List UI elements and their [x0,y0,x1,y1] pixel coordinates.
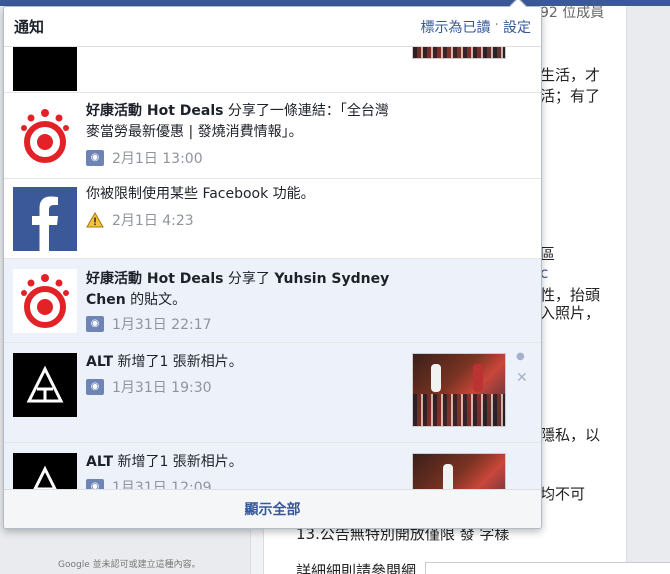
thumbnail-crowd [413,393,505,426]
notification-text: ALT 新增了1 張新相片。 [86,352,402,373]
post-text-fragment-2: 活；有了 [540,87,601,105]
actor-name[interactable]: ALT [86,454,113,470]
notification-text: 好康活動 Hot Deals 分享了 Yuhsin Sydney Chen 的貼… [86,269,402,311]
notifications-list: 好康活動 Hot Deals 分享了一條連結：「全台灣麥當勞最新優惠 | 發燒消… [4,47,541,489]
facebook-logo-icon [13,187,77,251]
notification-text: ALT 新增了1 張新相片。 [86,452,402,473]
notification-meta: ◉ 1月31日 22:17 [86,314,212,334]
list-item[interactable]: 好康活動 Hot Deals 分享了 Yuhsin Sydney Chen 的貼… [4,259,541,343]
list-item[interactable]: 你被限制使用某些 Facebook 功能。 2月1日 4:23 [4,179,541,259]
list-item[interactable]: 好康活動 Hot Deals 分享了一條連結：「全台灣麥當勞最新優惠 | 發燒消… [4,94,541,179]
thumbnail-player [431,364,441,392]
photo-thumbnail[interactable] [412,47,506,59]
avatar [13,104,77,168]
header-separator: · [494,16,499,33]
list-item[interactable]: ALT 新增了1 張新相片。 ◉ 1月31日 12:09 [4,443,541,489]
post-text-fragment-8: 均不可 [540,485,586,503]
alt-logo-icon [13,353,77,417]
notification-message-end: 的貼文。 [125,292,187,308]
rss-icon: ◉ [86,150,104,166]
warning-icon [86,212,104,228]
photo-thumbnail[interactable] [412,353,506,427]
list-item[interactable] [4,47,541,93]
notification-time[interactable]: 2月1日 4:23 [112,210,194,230]
post-text-fragment-1: 生活，才 [540,66,601,84]
chat-bar[interactable] [425,562,670,574]
notification-text: 好康活動 Hot Deals 分享了一條連結：「全台灣麥當勞最新優惠 | 發燒消… [86,101,402,143]
notification-meta: ◉ 1月31日 19:30 [86,377,212,397]
show-all-footer[interactable]: 顯示全部 [4,489,541,528]
rss-icon: ◉ [86,379,104,395]
avatar [13,47,77,91]
post-text-fragment-3: 區 [540,245,556,263]
thumbnail-player [473,364,483,392]
avatar [13,353,77,417]
mark-all-read-link[interactable]: 標示為已讀 [421,17,491,37]
notification-time[interactable]: 2月1日 13:00 [112,148,203,168]
notifications-header: 通知 標示為已讀 · 設定 [4,7,541,47]
post-text-fragment-10: 詳細細則請參閱網 [296,562,417,574]
settings-link[interactable]: 設定 [503,17,531,37]
avatar [13,269,77,333]
notification-time[interactable]: 1月31日 12:09 [112,477,212,489]
post-text-fragment-6: 入照片， [540,304,601,322]
notification-message: 你被限制使用某些 Facebook 功能。 [86,186,315,202]
right-column [626,6,670,574]
thumbnail-player [443,464,453,489]
thumbnail-crowd [413,47,505,58]
mark-read-dot-icon[interactable]: ● [516,351,525,362]
alt-logo-icon [13,453,77,489]
notifications-panel: 通知 標示為已讀 · 設定 好康活動 Hot Deals 分享了一條連結：「全台… [3,6,542,529]
post-text-fragment-5: 性，抬頭 [540,286,601,304]
rss-icon: ◉ [86,316,104,332]
actor-name[interactable]: 好康活動 Hot Deals [86,103,223,119]
hot-deals-logo-icon [13,104,77,168]
notification-time[interactable]: 1月31日 19:30 [112,377,212,397]
post-text-fragment-7: 隱私，以 [540,426,601,444]
notification-message: 新增了1 張新相片。 [113,354,243,370]
notification-text: 你被限制使用某些 Facebook 功能。 [86,184,402,205]
notification-message: 新增了1 張新相片。 [113,454,243,470]
avatar [13,453,77,489]
avatar [13,187,77,251]
actor-name[interactable]: 好康活動 Hot Deals [86,271,223,287]
left-footer-text: Google 並未認可或建立這種內容。 [58,560,201,570]
rss-icon: ◉ [86,479,104,489]
photo-thumbnail[interactable] [412,453,506,489]
show-all-link[interactable]: 顯示全部 [245,499,301,519]
list-item[interactable]: ALT 新增了1 張新相片。 ◉ 1月31日 19:30 ● ✕ [4,343,541,443]
notification-meta: ◉ 1月31日 12:09 [86,477,212,489]
actor-name[interactable]: ALT [86,354,113,370]
notification-message: 分享了 [223,271,275,287]
notification-meta: 2月1日 4:23 [86,210,194,230]
header-actions: 標示為已讀 · 設定 [421,17,531,37]
member-count-fragment: 92 位成員 [540,5,605,21]
close-icon[interactable]: ✕ [516,370,528,386]
hot-deals-logo-icon [13,269,77,333]
notifications-title: 通知 [14,18,45,36]
notification-time[interactable]: 1月31日 22:17 [112,314,212,334]
notification-meta: ◉ 2月1日 13:00 [86,148,203,168]
